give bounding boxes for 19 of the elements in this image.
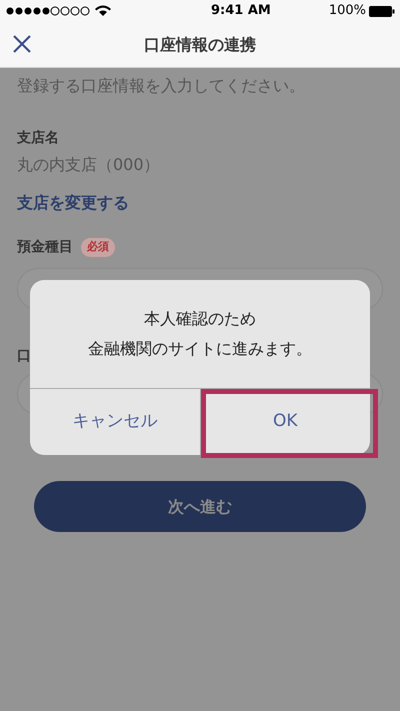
signal-wifi-icon — [5, 5, 113, 17]
account-label: 口 — [17, 347, 31, 366]
screen-title: 口座情報の連携 — [144, 34, 256, 56]
intro-text: 登録する口座情報を入力してください。 — [17, 75, 306, 97]
branch-label: 支店名 — [17, 128, 60, 148]
close-icon — [12, 34, 32, 54]
close-button[interactable] — [12, 34, 32, 54]
dialog-button[interactable]: キャンセル — [30, 389, 200, 455]
change-branch-link[interactable]: 支店を変更する — [17, 191, 383, 215]
next-button[interactable]: 次へ進む — [34, 481, 366, 532]
dialog-message: 本人確認のため — [144, 308, 256, 330]
deposit-type-label: 預金種目 — [17, 238, 73, 257]
battery-icon — [369, 6, 395, 16]
dialog-button[interactable]: OK — [200, 389, 370, 455]
required-badge: 必須 — [81, 238, 115, 257]
dialog-message: 金融機関のサイトに進みます。 — [88, 338, 312, 360]
branch-value: 丸の内支店（000） — [17, 154, 161, 176]
status-time: 9:41 AM — [210, 2, 271, 20]
battery-percentage: 100% — [328, 2, 366, 20]
